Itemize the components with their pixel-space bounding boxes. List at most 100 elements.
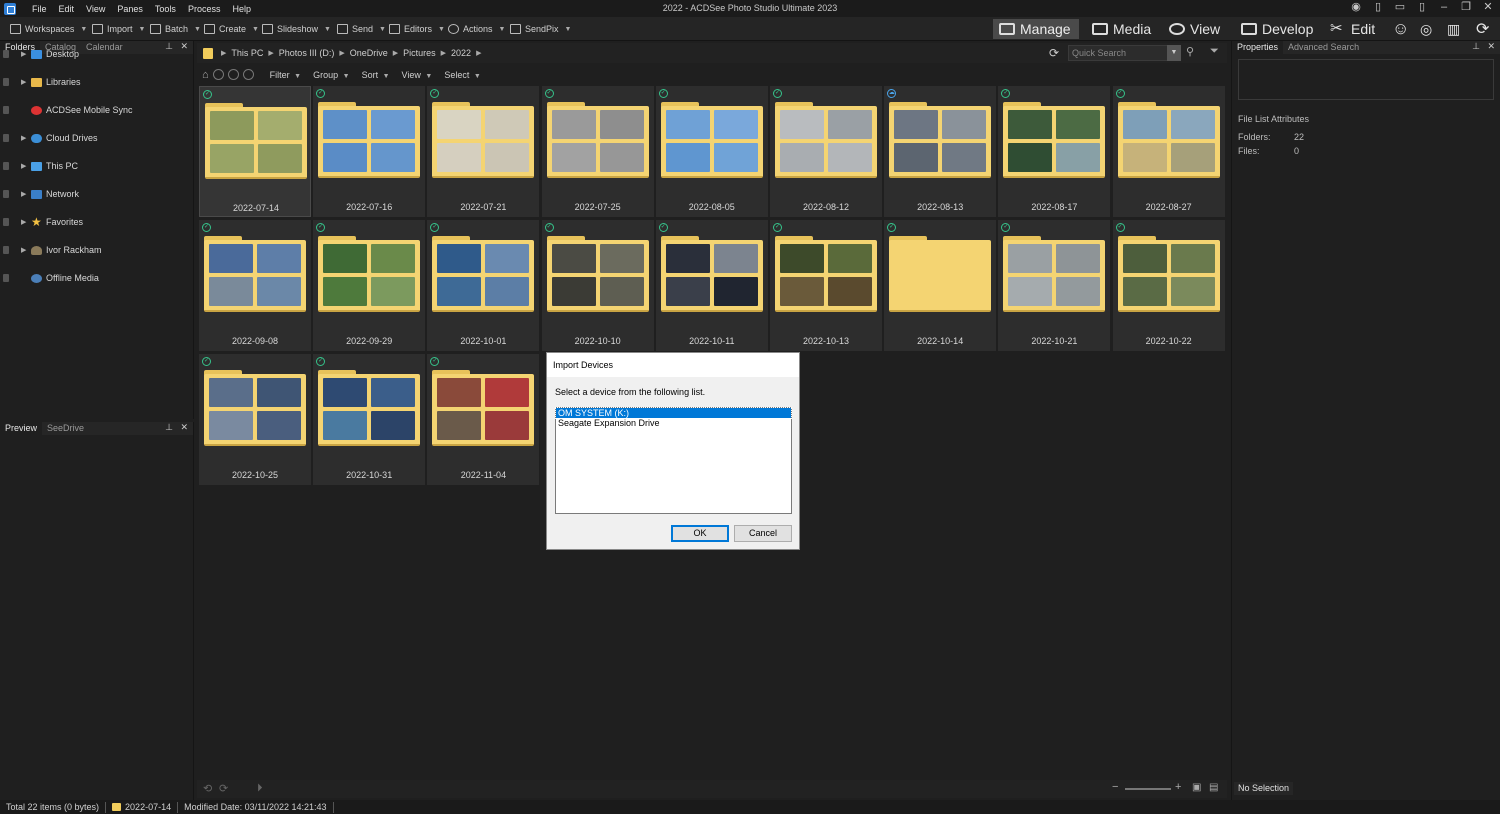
menu-process[interactable]: Process bbox=[182, 4, 227, 14]
sort-menu[interactable]: Sort ▼ bbox=[356, 70, 396, 80]
group-menu[interactable]: Group ▼ bbox=[307, 70, 355, 80]
workspaces-button[interactable]: Workspaces ▼ bbox=[10, 17, 87, 41]
import-button[interactable]: Import ▼ bbox=[92, 17, 145, 41]
search-icon[interactable]: ⚲ bbox=[1186, 45, 1194, 58]
tree-item-favorites[interactable]: ▶ ★ Favorites bbox=[0, 215, 190, 229]
menu-panes[interactable]: Panes bbox=[111, 4, 149, 14]
folder-item[interactable]: ✓ 2022-07-14 bbox=[199, 86, 311, 217]
layout-bottom-icon[interactable]: ▭ bbox=[1394, 1, 1406, 14]
tab-advanced-search[interactable]: Advanced Search bbox=[1283, 41, 1364, 54]
mode-media[interactable]: Media bbox=[1086, 19, 1157, 39]
restore-icon[interactable]: ❐ bbox=[1460, 1, 1472, 14]
send-button[interactable]: Send ▼ bbox=[337, 17, 386, 41]
mode-manage[interactable]: Manage bbox=[993, 19, 1079, 39]
slideshow-button[interactable]: Slideshow ▼ bbox=[262, 17, 331, 41]
mode-edit[interactable]: ✂ Edit bbox=[1324, 19, 1381, 39]
tree-item-cloud-drives[interactable]: ▶ Cloud Drives bbox=[0, 131, 190, 145]
tree-item-libraries[interactable]: ▶ Libraries bbox=[0, 75, 190, 89]
layout-left-icon[interactable]: ▯ bbox=[1372, 1, 1384, 14]
device-list[interactable]: OM SYSTEM (K:) Seagate Expansion Drive bbox=[555, 407, 792, 514]
folder-item[interactable]: ☁ 2022-08-13 bbox=[884, 86, 997, 217]
actions-button[interactable]: Actions ▼ bbox=[448, 17, 505, 41]
folder-item[interactable]: ✓ 2022-11-04 bbox=[427, 354, 540, 485]
layout-right-icon[interactable]: ▯ bbox=[1416, 1, 1428, 14]
tree-item-desktop[interactable]: ▶ Desktop bbox=[0, 47, 190, 61]
back-icon[interactable] bbox=[212, 69, 224, 80]
zoom-out-icon[interactable]: − bbox=[1112, 781, 1118, 793]
folder-item[interactable]: ✓ 2022-10-21 bbox=[998, 220, 1111, 351]
minimize-icon[interactable]: – bbox=[1438, 1, 1450, 14]
people-mode-button[interactable]: ☺ bbox=[1386, 19, 1415, 39]
folder-item[interactable]: ✓ 2022-08-27 bbox=[1112, 86, 1225, 217]
panel-close-icon[interactable]: ✕ bbox=[180, 422, 188, 433]
details-view-icon[interactable]: ▤ bbox=[1209, 782, 1218, 793]
mode-view[interactable]: View bbox=[1163, 19, 1226, 39]
batch-button[interactable]: Batch ▼ bbox=[150, 17, 201, 41]
close-icon[interactable]: ✕ bbox=[1482, 1, 1494, 14]
sync-mode-button[interactable]: ⟳ bbox=[1470, 19, 1495, 39]
tree-item-mobile-sync[interactable]: ACDSee Mobile Sync bbox=[0, 103, 190, 117]
device-item-om-system[interactable]: OM SYSTEM (K:) bbox=[555, 407, 792, 419]
tree-item-network[interactable]: ▶ Network bbox=[0, 187, 190, 201]
menu-help[interactable]: Help bbox=[226, 4, 257, 14]
crumb-this-pc[interactable]: This PC bbox=[226, 48, 268, 58]
folder-item[interactable]: ✓ 2022-07-25 bbox=[541, 86, 654, 217]
tab-properties[interactable]: Properties bbox=[1232, 41, 1284, 54]
mode-develop[interactable]: Develop bbox=[1235, 19, 1319, 39]
zoom-in-icon[interactable]: + bbox=[1175, 781, 1181, 793]
folder-item[interactable]: ✓ 2022-08-12 bbox=[770, 86, 882, 217]
dashboard-mode-button[interactable]: ▥ bbox=[1441, 19, 1466, 39]
folder-item[interactable]: ✓ 2022-10-13 bbox=[770, 220, 882, 351]
folder-item[interactable]: ✓ 2022-08-17 bbox=[998, 86, 1111, 217]
select-menu[interactable]: Select ▼ bbox=[438, 70, 486, 80]
refresh-icon[interactable]: ⟳ bbox=[1049, 46, 1059, 60]
folder-item[interactable]: ✓ 2022-10-10 bbox=[541, 220, 654, 351]
folder-item[interactable]: ✓ 2022-10-01 bbox=[427, 220, 540, 351]
365-mode-button[interactable]: ◎ bbox=[1414, 19, 1438, 39]
view-menu[interactable]: View ▼ bbox=[396, 70, 439, 80]
panel-close-icon[interactable]: ✕ bbox=[1487, 41, 1495, 52]
crumb-drive[interactable]: Photos III (D:) bbox=[274, 48, 340, 58]
view-mode-icon[interactable]: ▣ bbox=[1192, 782, 1201, 793]
pin-icon[interactable]: ⊥ bbox=[165, 422, 173, 433]
folder-item[interactable]: ✓ 2022-07-16 bbox=[313, 86, 426, 217]
app-icon[interactable] bbox=[4, 2, 16, 15]
crumb-2022[interactable]: 2022 bbox=[446, 48, 476, 58]
tree-item-user[interactable]: ▶ Ivor Rackham bbox=[0, 243, 190, 257]
sendpix-button[interactable]: SendPix ▼ bbox=[510, 17, 571, 41]
folder-item[interactable]: ✓ 2022-10-14 bbox=[884, 220, 997, 351]
play-icon[interactable]: ⏵ bbox=[257, 782, 263, 795]
menu-edit[interactable]: Edit bbox=[53, 4, 81, 14]
folder-item[interactable]: ✓ 2022-07-21 bbox=[427, 86, 540, 217]
menu-file[interactable]: File bbox=[26, 4, 53, 14]
cancel-button[interactable]: Cancel bbox=[734, 525, 792, 542]
home-icon[interactable]: ⌂ bbox=[202, 69, 209, 81]
search-dropdown[interactable]: ▼ bbox=[1167, 45, 1181, 61]
create-button[interactable]: Create ▼ bbox=[204, 17, 259, 41]
folder-item[interactable]: ✓ 2022-10-25 bbox=[199, 354, 311, 485]
rotate-right-icon[interactable]: ⟳ bbox=[219, 782, 228, 795]
thumbnail-size-slider[interactable] bbox=[1125, 788, 1171, 790]
device-item-seagate[interactable]: Seagate Expansion Drive bbox=[556, 418, 791, 428]
editors-button[interactable]: Editors ▼ bbox=[389, 17, 445, 41]
quick-search-input[interactable]: Quick Search bbox=[1068, 45, 1181, 61]
folder-item[interactable]: ✓ 2022-10-22 bbox=[1112, 220, 1225, 351]
forward-icon[interactable] bbox=[227, 69, 239, 80]
folder-item[interactable]: ✓ 2022-10-31 bbox=[313, 354, 426, 485]
folder-item[interactable]: ✓ 2022-10-11 bbox=[655, 220, 768, 351]
filter-menu[interactable]: Filter ▼ bbox=[264, 70, 307, 80]
up-icon[interactable] bbox=[242, 69, 254, 80]
tab-seedrive[interactable]: SeeDrive bbox=[42, 422, 89, 435]
menu-tools[interactable]: Tools bbox=[149, 4, 182, 14]
folder-item[interactable]: ✓ 2022-09-08 bbox=[199, 220, 311, 351]
folder-item[interactable]: ✓ 2022-09-29 bbox=[313, 220, 426, 351]
crumb-pictures[interactable]: Pictures bbox=[398, 48, 441, 58]
tree-item-this-pc[interactable]: ▶ This PC bbox=[0, 159, 190, 173]
filter-icon[interactable]: ⏷ bbox=[1210, 45, 1219, 58]
user-icon[interactable]: ◉ bbox=[1350, 1, 1362, 14]
folder-item[interactable]: ✓ 2022-08-05 bbox=[655, 86, 768, 217]
tree-item-offline-media[interactable]: Offline Media bbox=[0, 271, 190, 285]
ok-button[interactable]: OK bbox=[671, 525, 729, 542]
rotate-left-icon[interactable]: ⟲ bbox=[203, 782, 212, 795]
menu-view[interactable]: View bbox=[80, 4, 111, 14]
